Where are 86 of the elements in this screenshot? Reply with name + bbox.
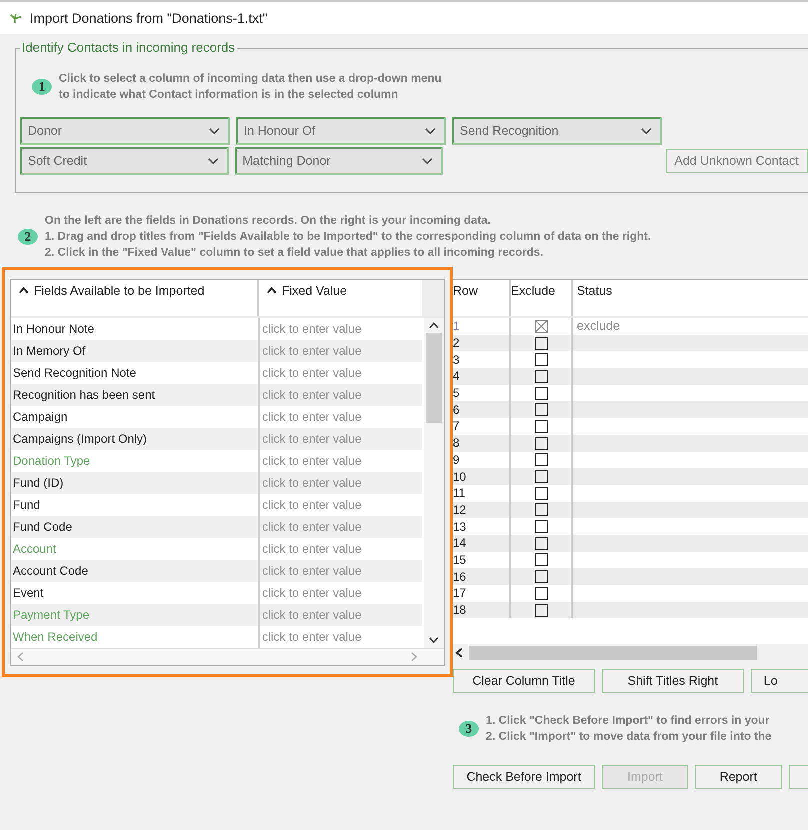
group-legend: Identify Contacts in incoming records bbox=[20, 40, 238, 55]
chevron-down-icon bbox=[641, 128, 652, 134]
exclude-checkbox[interactable] bbox=[534, 436, 548, 450]
step-number-badge: 1 bbox=[32, 79, 52, 95]
exclude-checkbox[interactable] bbox=[534, 586, 548, 600]
instruction-text: 2. Click "Import" to move data from your file into the bbox=[486, 730, 772, 746]
fixed-value-field[interactable]: click to enter value bbox=[260, 340, 422, 362]
exclude-checkbox[interactable] bbox=[534, 386, 548, 400]
sprout-icon bbox=[10, 14, 22, 22]
window-title: Import Donations from "Donations-1.txt" bbox=[30, 10, 268, 26]
chevron-right-icon bbox=[411, 652, 418, 662]
step-number-badge: 3 bbox=[459, 721, 479, 738]
contact-dropdown[interactable]: Send Recognition bbox=[452, 117, 662, 145]
toolbar-button[interactable]: Clear Column Title bbox=[453, 669, 595, 694]
caret-up-icon bbox=[19, 287, 29, 294]
exclude-checkbox[interactable] bbox=[534, 370, 548, 383]
column-header[interactable]: Row bbox=[453, 280, 511, 316]
add-contact-button[interactable]: Add Unknown Contact bbox=[666, 149, 808, 173]
instruction-text: 1. Drag and drop titles from "Fields Available to be Imported" to the corresponding column of data on the right. bbox=[45, 230, 652, 245]
exclude-checkbox[interactable] bbox=[534, 336, 548, 350]
field-name[interactable]: Fund Code bbox=[11, 516, 260, 538]
scrollbar-thumb[interactable] bbox=[426, 333, 442, 423]
exclude-checkbox[interactable] bbox=[534, 503, 548, 516]
column-header[interactable]: Fixed Value bbox=[259, 280, 422, 316]
exclude-checkbox[interactable] bbox=[534, 604, 548, 617]
row-number: 2 bbox=[453, 334, 511, 352]
row-number: 18 bbox=[453, 602, 511, 618]
exclude-checkbox[interactable] bbox=[534, 320, 548, 333]
field-name[interactable]: In Memory Of bbox=[11, 340, 260, 362]
row-number: 10 bbox=[453, 468, 511, 485]
exclude-checkbox[interactable] bbox=[534, 403, 548, 416]
horizontal-scrollbar[interactable] bbox=[453, 644, 808, 662]
fixed-value-field[interactable]: click to enter value bbox=[260, 604, 422, 626]
instruction-text: On the left are the fields in Donations records. On the right is your incoming data. bbox=[45, 214, 492, 229]
chevron-up-icon bbox=[429, 322, 439, 329]
contact-dropdown[interactable]: Donor bbox=[20, 117, 230, 145]
fixed-value-field[interactable]: click to enter value bbox=[260, 472, 422, 494]
exclude-checkbox[interactable] bbox=[534, 536, 548, 550]
instruction-text: 1. Click "Check Before Import" to find errors in your bbox=[486, 714, 771, 730]
chevron-down-icon bbox=[208, 158, 219, 164]
contact-dropdown[interactable]: In Honour Of bbox=[236, 117, 446, 145]
chevron-down-icon bbox=[209, 128, 220, 134]
action-button[interactable]: Report bbox=[695, 765, 782, 790]
instruction-text: to indicate what Contact information is in the selected column bbox=[59, 88, 400, 103]
fixed-value-field[interactable]: click to enter value bbox=[260, 560, 422, 582]
field-name[interactable]: Fund (ID) bbox=[11, 472, 260, 494]
vertical-scrollbar[interactable] bbox=[424, 318, 444, 648]
column-header[interactable]: Exclude bbox=[511, 280, 573, 316]
chevron-left-icon bbox=[17, 652, 24, 662]
exclude-checkbox[interactable] bbox=[534, 453, 548, 466]
contact-dropdown[interactable]: Soft Credit bbox=[20, 147, 229, 175]
instruction-text: 2. Click in the "Fixed Value" column to set a field value that applies to all incoming records. bbox=[45, 246, 544, 261]
fixed-value-field[interactable]: click to enter value bbox=[260, 384, 422, 406]
row-number: 6 bbox=[453, 401, 511, 418]
row-number: 14 bbox=[453, 534, 511, 552]
column-header[interactable]: Status bbox=[573, 280, 808, 316]
field-name[interactable]: Account Code bbox=[11, 560, 260, 582]
chevron-down-icon bbox=[422, 158, 434, 164]
chevron-left-icon bbox=[455, 648, 463, 658]
row-number: 16 bbox=[453, 568, 511, 585]
instruction-text: Click to select a column of incoming data then use a drop-down menu bbox=[59, 72, 442, 87]
field-name[interactable]: Campaigns (Import Only) bbox=[11, 428, 260, 450]
exclude-checkbox[interactable] bbox=[534, 470, 548, 484]
horizontal-scrollbar[interactable] bbox=[11, 648, 444, 665]
row-number: 8 bbox=[453, 434, 511, 452]
toolbar-button[interactable]: Lo bbox=[750, 669, 808, 694]
column-header[interactable]: Fields Available to be Imported bbox=[11, 280, 259, 316]
fixed-value-field[interactable]: click to enter value bbox=[260, 428, 422, 450]
exclude-checkbox[interactable] bbox=[534, 420, 548, 433]
caret-up-icon bbox=[267, 287, 277, 294]
chevron-down-icon bbox=[429, 637, 439, 644]
exclude-checkbox[interactable] bbox=[534, 486, 548, 500]
field-name[interactable]: Recognition has been sent bbox=[11, 384, 260, 406]
chevron-down-icon bbox=[425, 128, 436, 134]
action-button[interactable]: Check Before Import bbox=[453, 765, 596, 790]
exclude-checkbox[interactable] bbox=[534, 520, 548, 534]
step-number-badge: 2 bbox=[18, 229, 38, 245]
exclude-checkbox[interactable] bbox=[534, 553, 548, 566]
contact-dropdown[interactable]: Matching Donor bbox=[234, 147, 444, 175]
toolbar-button[interactable]: Shift Titles Right bbox=[602, 669, 744, 694]
row-number: 12 bbox=[453, 502, 511, 518]
row-number: 4 bbox=[453, 368, 511, 385]
fixed-value-field[interactable]: click to enter value bbox=[260, 516, 422, 538]
exclude-checkbox[interactable] bbox=[534, 353, 548, 366]
status-text: exclude bbox=[577, 319, 620, 334]
exclude-checkbox[interactable] bbox=[534, 570, 548, 584]
